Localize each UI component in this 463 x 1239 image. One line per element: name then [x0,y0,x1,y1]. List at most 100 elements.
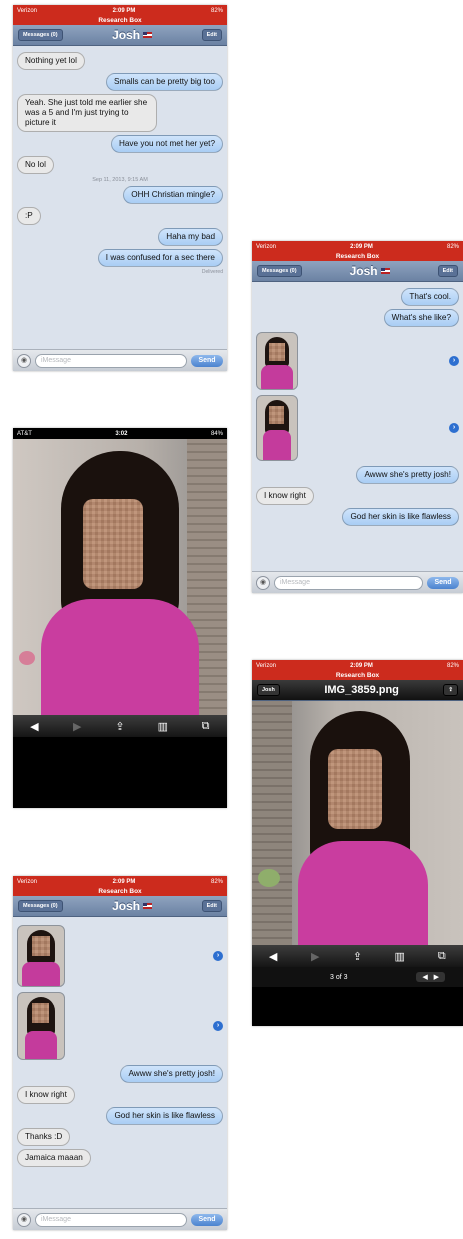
battery-label: 82% [446,243,459,250]
message-input[interactable]: iMessage [274,575,423,590]
contact-title: Josh [350,264,390,278]
flag-icon [380,268,390,274]
screenshot-conversation-3: Verizon 2:09 PM 82% Research Box Message… [13,876,227,1230]
app-subtitle: Research Box [252,671,463,680]
app-subtitle: Research Box [252,252,463,261]
compose-bar: ◉ iMessage Send [13,349,227,371]
tabs-icon[interactable]: ⧉ [198,720,214,733]
send-button[interactable]: Send [191,354,223,367]
battery-label: 84% [210,430,223,437]
disclosure-arrow-icon[interactable]: › [449,423,459,433]
disclosure-arrow-icon[interactable]: › [213,951,223,961]
sent-message-bubble[interactable]: Awww she's pretty josh! [120,1065,223,1083]
received-message-bubble[interactable]: Thanks :D [17,1128,71,1146]
sent-message-bubble[interactable]: God her skin is like flawless [106,1107,223,1125]
share-icon[interactable]: ⇪ [349,950,365,963]
disclosure-arrow-icon[interactable]: › [449,356,459,366]
bookmarks-icon[interactable]: ▥ [392,950,408,963]
camera-icon[interactable]: ◉ [17,1212,31,1227]
camera-icon[interactable]: ◉ [17,353,31,368]
flag-icon [143,32,153,38]
photo-message[interactable]: › [17,992,223,1060]
photo-thumbnail[interactable] [256,332,298,390]
received-message-bubble[interactable]: Jamaica maaan [17,1149,91,1167]
photo-thumbnail[interactable] [17,925,65,987]
photo-thumbnail[interactable] [17,992,65,1060]
disclosure-arrow-icon[interactable]: › [213,1021,223,1031]
sent-message-bubble[interactable]: Awww she's pretty josh! [356,466,459,484]
edit-button[interactable]: Edit [201,900,222,912]
compose-bar: ◉ iMessage Send [252,571,463,593]
send-button[interactable]: Send [427,576,459,589]
battery-label: 82% [210,878,223,885]
nav-bar: Messages (0) Josh Edit [252,261,463,282]
sent-message-bubble[interactable]: I was confused for a sec there [97,249,223,267]
messages-back-button[interactable]: Messages (0) [257,265,302,277]
carrier-label: Verizon [256,662,277,669]
sent-message-bubble[interactable]: Have you not met her yet? [110,135,223,153]
contact-name: Josh [112,899,141,913]
share-icon[interactable]: ⇪ [112,720,128,733]
edit-button[interactable]: Edit [437,265,458,277]
clock: 2:09 PM [112,878,136,885]
back-arrow-icon[interactable]: ◀ [26,720,42,733]
message-input[interactable]: iMessage [35,353,187,368]
forward-arrow-icon[interactable]: ▶ [307,950,323,963]
viewer-nav-bar: Josh IMG_3859.png ⇪ [252,680,463,701]
file-name: IMG_3859.png [324,684,399,696]
received-message-bubble[interactable]: :P [17,207,41,225]
pager-bar: 3 of 3 ◀ ▶ [252,967,463,987]
sent-message-bubble[interactable]: That's cool. [401,288,459,306]
message-group-top: That's cool. What's she like? [256,288,459,327]
message-list: Nothing yet lol Smalls can be pretty big … [13,46,227,278]
photo-thumbnail[interactable] [256,395,298,461]
full-photo[interactable] [13,439,227,715]
sent-message-bubble[interactable]: What's she like? [383,309,459,327]
clock: 2:09 PM [350,243,373,250]
photo-message[interactable]: › [17,925,223,987]
photo-toolbar: ◀ ▶ ⇪ ▥ ⧉ [13,715,227,737]
pager-arrows[interactable]: ◀ ▶ [416,972,445,982]
page-counter: 3 of 3 [330,973,348,981]
screenshot-photo-viewer-1: AT&T 3:02 84% ◀ ▶ ⇪ ▥ ⧉ [13,428,227,808]
camera-icon[interactable]: ◉ [256,575,270,590]
received-message-bubble[interactable]: No lol [17,156,54,174]
sent-message-bubble[interactable]: OHH Christian mingle? [123,186,223,204]
share-icon[interactable]: ⇪ [443,684,458,696]
josh-back-button[interactable]: Josh [257,684,280,696]
carrier-label: Verizon [17,878,38,885]
sent-message-bubble[interactable]: Haha my bad [158,228,223,246]
photo-toolbar: ◀ ▶ ⇪ ▥ ⧉ [252,945,463,967]
message-list: That's cool. What's she like? › › Awww sh… [252,282,463,532]
screenshot-conversation-2: Verizon 2:09 PM 82% Research Box Message… [252,241,463,593]
messages-back-button[interactable]: Messages (0) [18,900,63,912]
tabs-icon[interactable]: ⧉ [434,950,450,963]
edit-button[interactable]: Edit [201,29,222,41]
contact-title: Josh [112,899,153,913]
received-message-bubble[interactable]: Yeah. She just told me earlier she was a… [17,94,158,132]
status-bar: Verizon 2:09 PM 82% [13,876,227,887]
message-input[interactable]: iMessage [35,1212,187,1227]
battery-label: 82% [446,662,459,669]
received-message-bubble[interactable]: I know right [17,1086,75,1104]
bookmarks-icon[interactable]: ▥ [155,720,171,733]
timestamp: Sep 11, 2013, 9:15 AM [92,177,148,183]
message-group-bottom: Awww she's pretty josh! I know right God h… [256,466,459,526]
messages-back-button[interactable]: Messages (0) [18,29,63,41]
received-message-bubble[interactable]: I know right [256,487,314,505]
photo-message[interactable]: › [256,395,459,461]
sent-message-bubble[interactable]: Smalls can be pretty big too [105,73,223,91]
message-list: › › Awww she's pretty josh! I know right G… [13,917,227,1173]
received-message-bubble[interactable]: Nothing yet lol [17,52,85,70]
carrier-label: AT&T [17,430,32,437]
send-button[interactable]: Send [191,1213,223,1226]
back-arrow-icon[interactable]: ◀ [265,950,281,963]
full-photo[interactable] [252,701,463,945]
photo-message[interactable]: › [256,332,459,390]
app-subtitle: Research Box [13,887,227,896]
contact-title: Josh [112,28,153,42]
app-subtitle: Research Box [13,16,227,25]
forward-arrow-icon[interactable]: ▶ [69,720,85,733]
sent-message-bubble[interactable]: God her skin is like flawless [342,508,459,526]
screenshot-conversation-1: Verizon 2:09 PM 82% Research Box Message… [13,5,227,371]
